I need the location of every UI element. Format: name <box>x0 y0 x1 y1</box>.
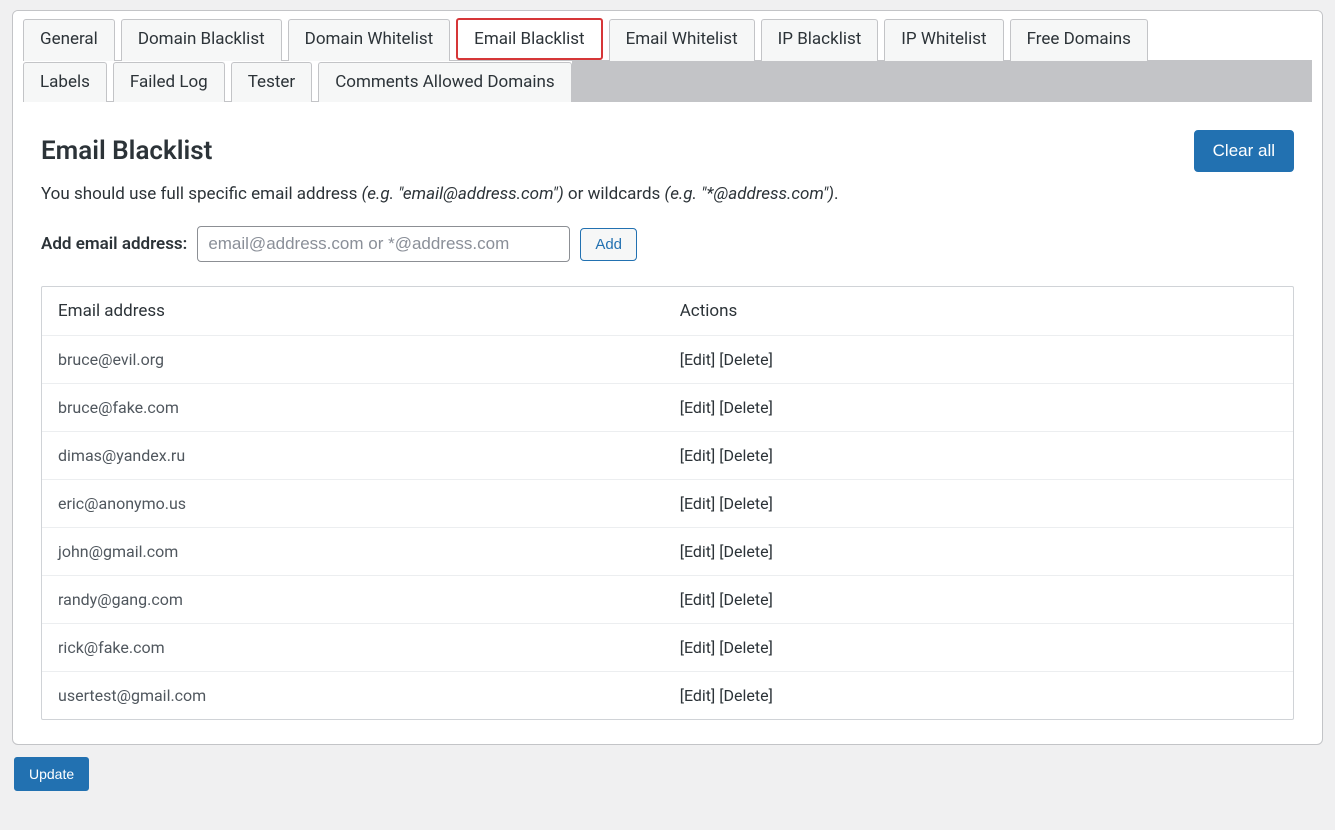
tab-email-whitelist[interactable]: Email Whitelist <box>609 19 755 61</box>
tab-email-blacklist[interactable]: Email Blacklist <box>456 18 602 60</box>
delete-link[interactable]: [Delete] <box>719 542 773 561</box>
actions-cell: [Edit] [Delete] <box>680 398 1277 417</box>
actions-cell: [Edit] [Delete] <box>680 494 1277 513</box>
actions-cell: [Edit] [Delete] <box>680 590 1277 609</box>
column-header-actions: Actions <box>680 301 1277 321</box>
tab-failed-log[interactable]: Failed Log <box>113 62 225 102</box>
delete-link[interactable]: [Delete] <box>719 446 773 465</box>
add-email-label: Add email address: <box>41 234 187 254</box>
tab-content: Email Blacklist Clear all You should use… <box>13 102 1322 744</box>
add-email-input[interactable] <box>197 226 570 262</box>
edit-link[interactable]: [Edit] <box>680 350 716 369</box>
tabs-row-1: GeneralDomain BlacklistDomain WhitelistE… <box>23 18 1312 60</box>
edit-link[interactable]: [Edit] <box>680 590 716 609</box>
actions-cell: [Edit] [Delete] <box>680 350 1277 369</box>
email-cell: rick@fake.com <box>58 638 680 657</box>
tab-free-domains[interactable]: Free Domains <box>1010 19 1148 61</box>
actions-cell: [Edit] [Delete] <box>680 638 1277 657</box>
tab-ip-blacklist[interactable]: IP Blacklist <box>761 19 879 61</box>
tab-comments-allowed-domains[interactable]: Comments Allowed Domains <box>318 62 571 102</box>
email-list-box: Email address Actions bruce@evil.org[Edi… <box>41 286 1294 720</box>
delete-link[interactable]: [Delete] <box>719 686 773 705</box>
table-row: john@gmail.com[Edit] [Delete] <box>42 527 1293 575</box>
settings-panel: GeneralDomain BlacklistDomain WhitelistE… <box>12 10 1323 745</box>
edit-link[interactable]: [Edit] <box>680 398 716 417</box>
email-cell: dimas@yandex.ru <box>58 446 680 465</box>
email-cell: randy@gang.com <box>58 590 680 609</box>
delete-link[interactable]: [Delete] <box>719 350 773 369</box>
edit-link[interactable]: [Edit] <box>680 638 716 657</box>
tabs-row-2: LabelsFailed LogTesterComments Allowed D… <box>23 61 578 101</box>
table-row: dimas@yandex.ru[Edit] [Delete] <box>42 431 1293 479</box>
table-row: randy@gang.com[Edit] [Delete] <box>42 575 1293 623</box>
tab-tester[interactable]: Tester <box>231 62 312 102</box>
email-cell: bruce@evil.org <box>58 350 680 369</box>
clear-all-button[interactable]: Clear all <box>1194 130 1294 172</box>
table-row: usertest@gmail.com[Edit] [Delete] <box>42 671 1293 719</box>
list-header: Email address Actions <box>42 287 1293 336</box>
intro-eg2: (e.g. "*@address.com") <box>665 184 834 204</box>
table-row: rick@fake.com[Edit] [Delete] <box>42 623 1293 671</box>
delete-link[interactable]: [Delete] <box>719 398 773 417</box>
delete-link[interactable]: [Delete] <box>719 494 773 513</box>
tabs-row2-filler <box>572 61 1312 101</box>
tab-general[interactable]: General <box>23 19 115 61</box>
add-button[interactable]: Add <box>580 228 637 261</box>
page-title: Email Blacklist <box>41 136 212 166</box>
actions-cell: [Edit] [Delete] <box>680 542 1277 561</box>
update-button[interactable]: Update <box>14 757 89 791</box>
table-row: eric@anonymo.us[Edit] [Delete] <box>42 479 1293 527</box>
column-header-email: Email address <box>58 301 680 321</box>
add-email-row: Add email address: Add <box>41 226 1294 262</box>
email-cell: eric@anonymo.us <box>58 494 680 513</box>
edit-link[interactable]: [Edit] <box>680 542 716 561</box>
actions-cell: [Edit] [Delete] <box>680 446 1277 465</box>
edit-link[interactable]: [Edit] <box>680 686 716 705</box>
delete-link[interactable]: [Delete] <box>719 638 773 657</box>
tab-ip-whitelist[interactable]: IP Whitelist <box>884 19 1003 61</box>
tabs-area: GeneralDomain BlacklistDomain WhitelistE… <box>13 11 1322 102</box>
table-row: bruce@fake.com[Edit] [Delete] <box>42 383 1293 431</box>
table-row: bruce@evil.org[Edit] [Delete] <box>42 336 1293 383</box>
intro-eg1: (e.g. "email@address.com") <box>362 184 564 204</box>
email-cell: usertest@gmail.com <box>58 686 680 705</box>
delete-link[interactable]: [Delete] <box>719 590 773 609</box>
intro-prefix: You should use full specific email addre… <box>41 184 362 204</box>
email-cell: john@gmail.com <box>58 542 680 561</box>
edit-link[interactable]: [Edit] <box>680 494 716 513</box>
tab-labels[interactable]: Labels <box>23 62 107 102</box>
intro-text: You should use full specific email addre… <box>41 184 1294 204</box>
email-cell: bruce@fake.com <box>58 398 680 417</box>
tab-domain-whitelist[interactable]: Domain Whitelist <box>288 19 451 61</box>
actions-cell: [Edit] [Delete] <box>680 686 1277 705</box>
tab-domain-blacklist[interactable]: Domain Blacklist <box>121 19 282 61</box>
intro-mid: or wildcards <box>564 184 665 204</box>
intro-suffix: . <box>834 184 838 204</box>
edit-link[interactable]: [Edit] <box>680 446 716 465</box>
